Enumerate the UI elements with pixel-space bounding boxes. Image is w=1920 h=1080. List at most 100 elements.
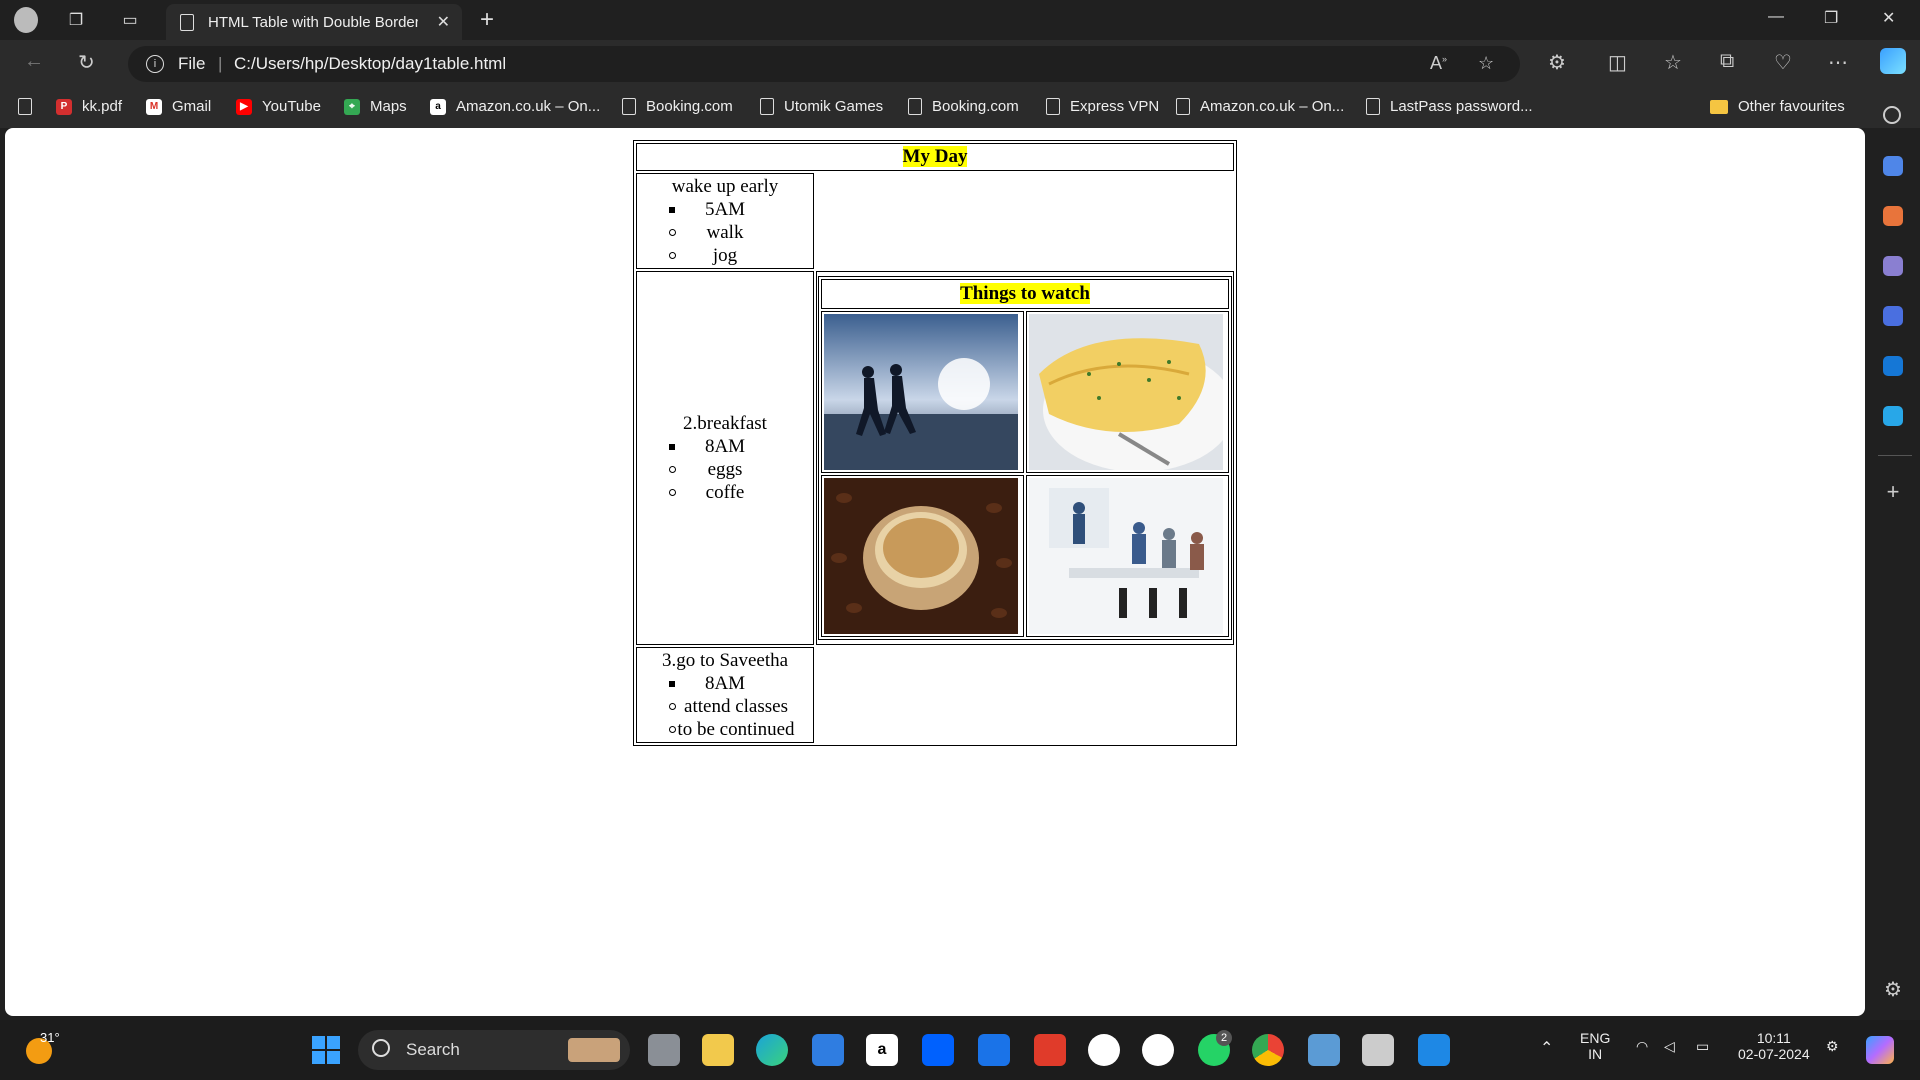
clock[interactable]: 10:11 02-07-2024 — [1738, 1030, 1810, 1062]
language-code: ENG — [1580, 1030, 1611, 1046]
wifi-icon[interactable]: ◠ — [1636, 1038, 1648, 1055]
gmail-icon: M — [146, 98, 162, 115]
split-screen-icon[interactable]: ◫ — [1608, 50, 1627, 75]
dropbox-icon[interactable] — [922, 1034, 954, 1066]
taskbar-search[interactable]: Search — [358, 1030, 630, 1070]
fav-expressvpn[interactable]: Express VPN — [1046, 98, 1159, 115]
wps-office-icon[interactable] — [1034, 1034, 1066, 1066]
browser-essentials-icon[interactable]: ♡ — [1774, 50, 1792, 75]
mail-icon[interactable] — [812, 1034, 844, 1066]
empty-cell — [816, 173, 1234, 269]
fav-booking-1[interactable]: Booking.com — [622, 98, 733, 115]
fav-amazon-2[interactable]: Amazon.co.uk – On... — [1176, 98, 1344, 115]
restore-icon[interactable]: ❐ — [1824, 8, 1838, 28]
list-item: 8AM — [638, 435, 812, 458]
new-tab-button[interactable]: + — [480, 6, 494, 34]
image-cell — [821, 311, 1024, 473]
games-icon[interactable] — [1883, 256, 1903, 276]
profile-avatar[interactable] — [14, 7, 38, 33]
read-aloud-icon[interactable]: A» — [1430, 53, 1447, 74]
microsoft-365-icon[interactable] — [1883, 306, 1903, 326]
weather-temp: 31° — [40, 1030, 60, 1045]
close-window-icon[interactable]: ✕ — [1882, 8, 1895, 28]
back-icon[interactable]: ← — [24, 50, 44, 73]
favorite-star-icon[interactable]: ☆ — [1478, 53, 1494, 74]
page-icon — [1176, 98, 1190, 115]
show-hidden-icons[interactable]: ⌃ — [1540, 1038, 1553, 1058]
info-icon[interactable]: i — [146, 55, 164, 73]
copilot-taskbar-icon[interactable] — [1866, 1036, 1894, 1064]
tab-title: HTML Table with Double Border — [208, 13, 418, 31]
page-content: My Day wake up early 5AM walk jog 2.brea… — [5, 128, 1865, 1016]
vscode-icon[interactable] — [1418, 1034, 1450, 1066]
file-explorer-icon[interactable] — [702, 1034, 734, 1066]
favorites-bar-doc-icon[interactable] — [18, 98, 42, 115]
outlook-icon[interactable] — [1883, 356, 1903, 376]
settings-icon[interactable]: ⚙ — [1883, 980, 1903, 1000]
image-cell — [821, 475, 1024, 637]
breakfast-cell: 2.breakfast 8AM eggs coffe — [636, 271, 814, 645]
notification-icon[interactable]: ⚙ — [1826, 1038, 1839, 1055]
active-tab[interactable]: HTML Table with Double Border ✕ — [166, 4, 462, 40]
list-item: attend classes — [638, 695, 812, 718]
more-options-icon[interactable]: ⋯ — [1828, 50, 1848, 75]
battery-icon[interactable]: ▭ — [1696, 1038, 1709, 1055]
edge-icon[interactable] — [756, 1034, 788, 1066]
my-day-table: My Day wake up early 5AM walk jog 2.brea… — [633, 140, 1237, 746]
fav-maps[interactable]: ⌖ Maps — [344, 98, 407, 115]
fav-gmail[interactable]: M Gmail — [146, 98, 211, 115]
search-icon[interactable] — [1883, 106, 1901, 124]
shopping-tag-icon[interactable] — [1883, 156, 1903, 176]
page-icon — [622, 98, 636, 115]
close-tab-icon[interactable]: ✕ — [437, 12, 450, 32]
snipping-tool-icon[interactable] — [1362, 1034, 1394, 1066]
fav-youtube[interactable]: ▶ YouTube — [236, 98, 321, 115]
task-view-icon[interactable] — [648, 1034, 680, 1066]
amazon-icon: a — [430, 98, 446, 115]
language-indicator[interactable]: ENG IN — [1580, 1030, 1610, 1062]
workspaces-icon[interactable]: ❐ — [64, 8, 88, 32]
tools-icon[interactable] — [1883, 206, 1903, 226]
watch-cell: Things to watch — [816, 271, 1234, 645]
list-item: eggs — [638, 458, 812, 481]
address-bar[interactable]: i File | C:/Users/hp/Desktop/day1table.h… — [128, 46, 1520, 82]
list-item: 8AM — [638, 672, 812, 695]
other-favourites[interactable]: Other favourites — [1710, 98, 1845, 115]
notepad-icon[interactable] — [1308, 1034, 1340, 1066]
myhp-icon[interactable] — [978, 1034, 1010, 1066]
chrome-icon[interactable] — [1252, 1034, 1284, 1066]
coffee-cup-image — [824, 478, 1018, 634]
url-text[interactable]: C:/Users/hp/Desktop/day1table.html — [234, 54, 506, 74]
sidebar-divider — [1878, 455, 1912, 456]
extensions-icon[interactable]: ⚙ — [1548, 50, 1566, 75]
clock-date: 02-07-2024 — [1738, 1046, 1810, 1062]
start-button[interactable] — [312, 1036, 340, 1064]
copilot-icon[interactable] — [1880, 48, 1906, 74]
things-to-watch-table: Things to watch — [818, 276, 1232, 640]
watch-header: Things to watch — [821, 279, 1229, 309]
word-icon[interactable] — [1088, 1034, 1120, 1066]
refresh-icon[interactable]: ↻ — [78, 50, 95, 75]
maps-icon: ⌖ — [344, 98, 360, 115]
fav-amazon-1[interactable]: a Amazon.co.uk – On... — [430, 98, 600, 115]
unreal-engine-icon[interactable] — [1142, 1034, 1174, 1066]
favorites-icon[interactable]: ☆ — [1664, 50, 1682, 75]
page-icon — [908, 98, 922, 115]
fav-booking-2[interactable]: Booking.com — [908, 98, 1019, 115]
collections-icon[interactable]: ⧉ — [1720, 50, 1734, 73]
fav-lastpass[interactable]: LastPass password... — [1366, 98, 1533, 115]
runners-at-beach-image — [824, 314, 1018, 470]
amazon-icon[interactable]: a — [866, 1034, 898, 1066]
drop-icon[interactable] — [1883, 406, 1903, 426]
list-item: jog — [638, 244, 812, 267]
volume-icon[interactable]: ◁ — [1664, 1038, 1675, 1055]
tab-bar: ❐ ▭ HTML Table with Double Border ✕ + — … — [0, 0, 1920, 40]
fav-utomik[interactable]: Utomik Games — [760, 98, 883, 115]
add-icon[interactable]: + — [1883, 481, 1903, 503]
tab-actions-icon[interactable]: ▭ — [118, 8, 142, 32]
table-header: My Day — [636, 143, 1234, 171]
minimize-icon[interactable]: — — [1768, 8, 1784, 26]
wake-up-list: 5AM walk jog — [638, 198, 812, 267]
wake-up-title: wake up early — [671, 176, 779, 197]
fav-kkpdf[interactable]: Pkk.pdf — [56, 98, 122, 115]
